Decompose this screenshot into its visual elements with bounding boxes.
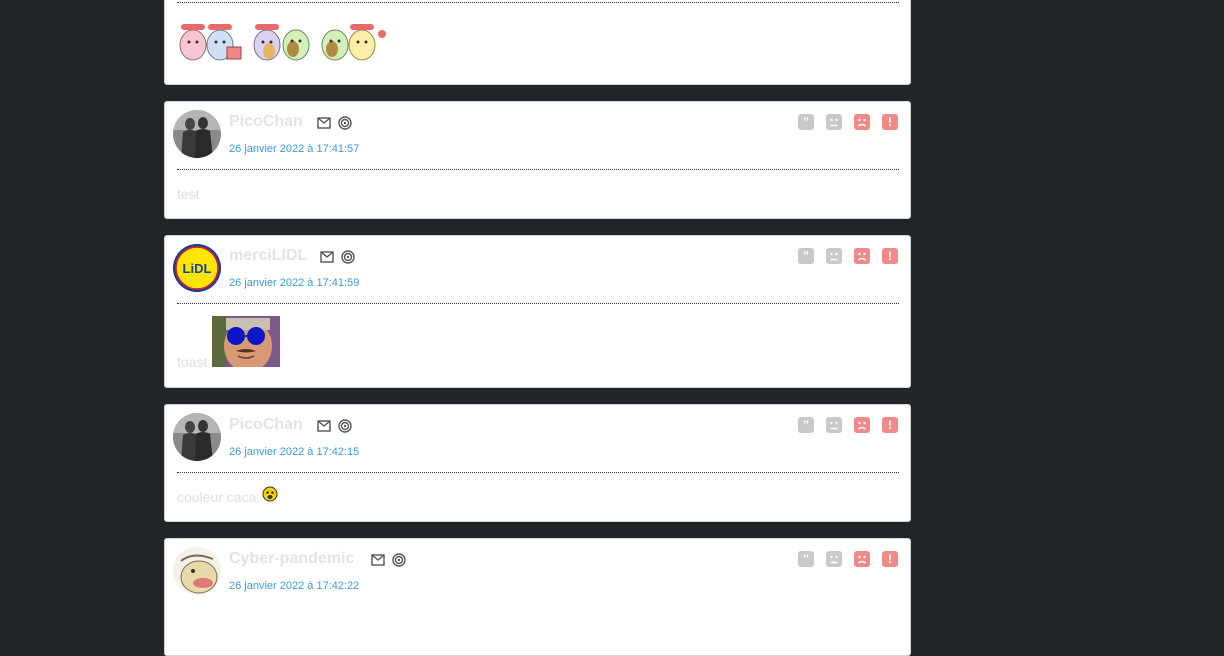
sad-face-icon[interactable] bbox=[826, 417, 842, 433]
avatar-text: LiDL bbox=[183, 261, 212, 276]
user-icons bbox=[320, 250, 355, 269]
sticker-image bbox=[212, 316, 280, 372]
post-card: PicoChan 26 janvier 2022 à 17:41:57 ” ! … bbox=[164, 101, 911, 219]
quote-icon[interactable]: ” bbox=[798, 114, 814, 130]
post-divider bbox=[177, 169, 899, 170]
post-actions: ” ! bbox=[798, 417, 898, 433]
user-icons bbox=[317, 116, 352, 135]
post-card: PicoChan 26 janvier 2022 à 17:42:15 ” ! … bbox=[164, 404, 911, 522]
post-actions: ” ! bbox=[798, 551, 898, 567]
sad-face-icon[interactable] bbox=[826, 551, 842, 567]
report-icon[interactable]: ! bbox=[882, 248, 898, 264]
quote-icon[interactable]: ” bbox=[798, 248, 814, 264]
post-card: Cyber-pandemic 26 janvier 2022 à 17:42:2… bbox=[164, 538, 911, 656]
post-content: couleur caca bbox=[177, 489, 257, 505]
post-divider bbox=[177, 2, 899, 3]
angry-face-icon[interactable] bbox=[854, 114, 870, 130]
angry-face-icon[interactable] bbox=[854, 417, 870, 433]
quote-icon[interactable]: ” bbox=[798, 551, 814, 567]
angry-face-icon[interactable] bbox=[854, 248, 870, 264]
post-date[interactable]: 26 janvier 2022 à 17:42:15 bbox=[229, 446, 359, 458]
username[interactable]: PicoChan bbox=[229, 113, 303, 131]
post-date[interactable]: 26 janvier 2022 à 17:41:59 bbox=[229, 277, 359, 289]
angry-face-icon[interactable] bbox=[854, 551, 870, 567]
user-icons bbox=[317, 419, 352, 438]
post-card: LiDL merciLIDL 26 janvier 2022 à 17:41:5… bbox=[164, 235, 911, 388]
username[interactable]: merciLIDL bbox=[229, 247, 307, 265]
envelope-icon[interactable] bbox=[371, 553, 385, 572]
envelope-icon[interactable] bbox=[317, 116, 331, 135]
post-date[interactable]: 26 janvier 2022 à 17:41:57 bbox=[229, 143, 359, 155]
smiley-icon bbox=[262, 486, 278, 507]
spiral-icon[interactable] bbox=[338, 116, 352, 135]
post-actions: ” ! bbox=[798, 248, 898, 264]
sticker-image bbox=[175, 17, 390, 65]
avatar[interactable]: LiDL bbox=[173, 244, 221, 292]
envelope-icon[interactable] bbox=[317, 419, 331, 438]
post-content: toast bbox=[177, 354, 208, 370]
spiral-icon[interactable] bbox=[341, 250, 355, 269]
avatar[interactable] bbox=[173, 547, 221, 595]
sad-face-icon[interactable] bbox=[826, 248, 842, 264]
sad-face-icon[interactable] bbox=[826, 114, 842, 130]
user-icons bbox=[371, 553, 406, 572]
username[interactable]: Cyber-pandemic bbox=[229, 550, 354, 568]
report-icon[interactable]: ! bbox=[882, 551, 898, 567]
spiral-icon[interactable] bbox=[338, 419, 352, 438]
post-date[interactable]: 26 janvier 2022 à 17:42:22 bbox=[229, 580, 359, 592]
spiral-icon[interactable] bbox=[392, 553, 406, 572]
avatar[interactable] bbox=[173, 110, 221, 158]
quote-icon[interactable]: ” bbox=[798, 417, 814, 433]
post-card bbox=[164, 0, 911, 85]
post-divider bbox=[177, 472, 899, 473]
report-icon[interactable]: ! bbox=[882, 417, 898, 433]
envelope-icon[interactable] bbox=[320, 250, 334, 269]
post-actions: ” ! bbox=[798, 114, 898, 130]
username[interactable]: PicoChan bbox=[229, 416, 303, 434]
post-divider bbox=[177, 303, 899, 304]
report-icon[interactable]: ! bbox=[882, 114, 898, 130]
post-content: test bbox=[177, 186, 200, 202]
avatar[interactable] bbox=[173, 413, 221, 461]
